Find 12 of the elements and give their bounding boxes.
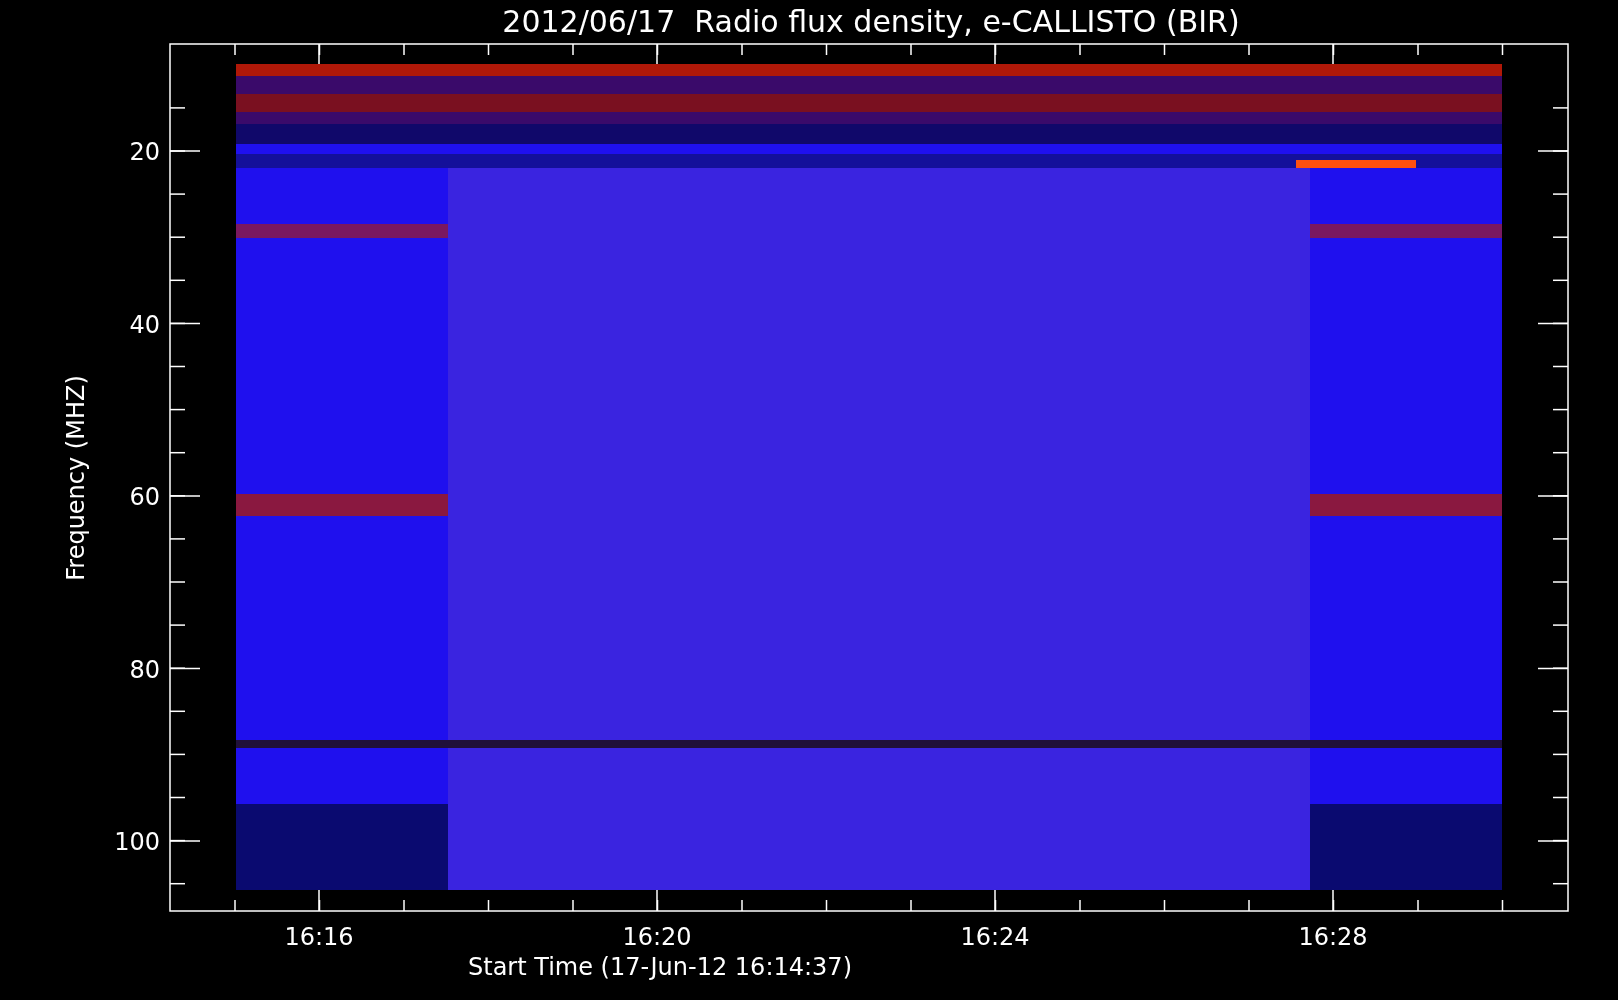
chart-title: 2012/06/17 Radio flux density, e-CALLISTO (BIR)	[502, 4, 1240, 39]
y-axis-label: Frequency (MHZ)	[62, 375, 90, 581]
y-tick-label: 100	[114, 828, 160, 856]
y-tick-label: 40	[129, 310, 160, 339]
y-tick-label: 60	[129, 483, 160, 511]
x-tick-label: 16:24	[960, 923, 1030, 951]
x-tick-label: 16:16	[284, 923, 354, 951]
x-tick-label: 16:20	[622, 923, 692, 951]
x-axis-label: Start Time (17-Jun-12 16:14:37)	[468, 953, 852, 981]
x-tick-label: 16:28	[1298, 923, 1368, 951]
y-tick-label: 80	[129, 655, 160, 684]
y-tick-label: 20	[129, 138, 160, 166]
